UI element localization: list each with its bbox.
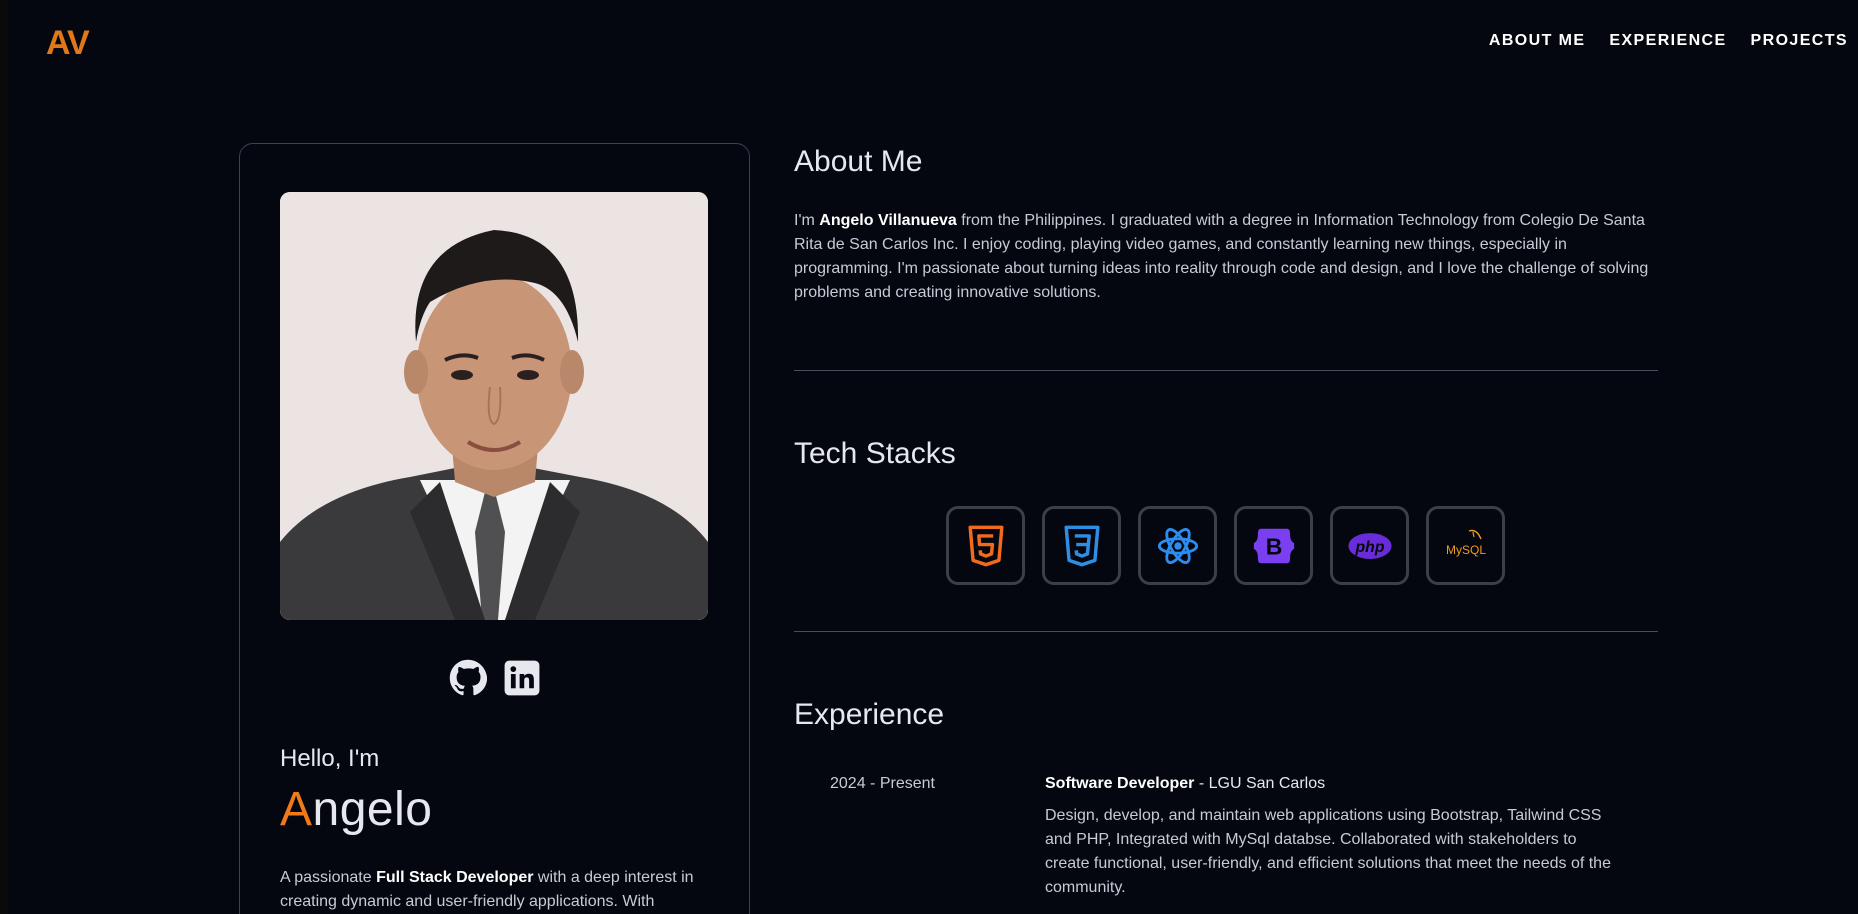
html5-icon	[967, 525, 1004, 566]
php-label: php	[1354, 538, 1384, 555]
profile-photo	[280, 192, 708, 620]
experience-date: 2024 - Present	[830, 775, 935, 792]
mysql-icon: MySQL	[1445, 529, 1486, 557]
react-icon	[1157, 527, 1198, 564]
about-pre: I'm	[794, 212, 820, 229]
divider	[794, 631, 1658, 632]
experience-role: Software Developer	[1045, 775, 1195, 792]
css3-icon	[1063, 525, 1100, 566]
mysql-label: MySQL	[1445, 543, 1485, 557]
intro-pre: A passionate	[280, 869, 377, 886]
tech-mysql: MySQL	[1426, 506, 1505, 585]
tech-bootstrap: B	[1234, 506, 1313, 585]
divider	[794, 370, 1658, 371]
bootstrap-icon: B	[1253, 528, 1294, 563]
github-icon[interactable]	[449, 659, 487, 697]
profile-name: Angelo	[280, 782, 432, 837]
profile-card: Hello, I'm Angelo A passionate Full Stac…	[239, 143, 750, 914]
linkedin-icon[interactable]	[503, 659, 541, 697]
profile-intro: A passionate Full Stack Developer with a…	[280, 866, 700, 914]
name-rest: ngelo	[312, 783, 433, 836]
tech-css	[1042, 506, 1121, 585]
experience-heading: Software Developer - LGU San Carlos	[1045, 775, 1325, 793]
bootstrap-letter: B	[1265, 533, 1282, 559]
nav-projects[interactable]: PROJECTS	[1751, 32, 1848, 50]
tech-stack-list: B php MySQL	[946, 506, 1505, 585]
intro-role: Full Stack Developer	[376, 869, 534, 886]
php-icon: php	[1347, 532, 1392, 559]
left-edge	[0, 0, 8, 914]
about-text: I'm Angelo Villanueva from the Philippin…	[794, 209, 1660, 305]
tech-react	[1138, 506, 1217, 585]
hello-text: Hello, I'm	[280, 745, 380, 772]
main-nav: ABOUT ME EXPERIENCE PROJECTS	[1489, 32, 1848, 50]
nav-experience[interactable]: EXPERIENCE	[1609, 32, 1726, 50]
name-first-letter: A	[280, 783, 313, 836]
experience-org: - LGU San Carlos	[1194, 775, 1326, 792]
logo[interactable]: AV	[46, 24, 90, 63]
tech-php: php	[1330, 506, 1409, 585]
nav-about-me[interactable]: ABOUT ME	[1489, 32, 1586, 50]
experience-title: Experience	[794, 698, 945, 731]
about-name: Angelo Villanueva	[819, 212, 957, 229]
about-title: About Me	[794, 145, 923, 178]
tech-title: Tech Stacks	[794, 437, 956, 470]
experience-description: Design, develop, and maintain web applic…	[1045, 807, 1611, 896]
tech-html	[946, 506, 1025, 585]
social-links	[240, 659, 749, 697]
